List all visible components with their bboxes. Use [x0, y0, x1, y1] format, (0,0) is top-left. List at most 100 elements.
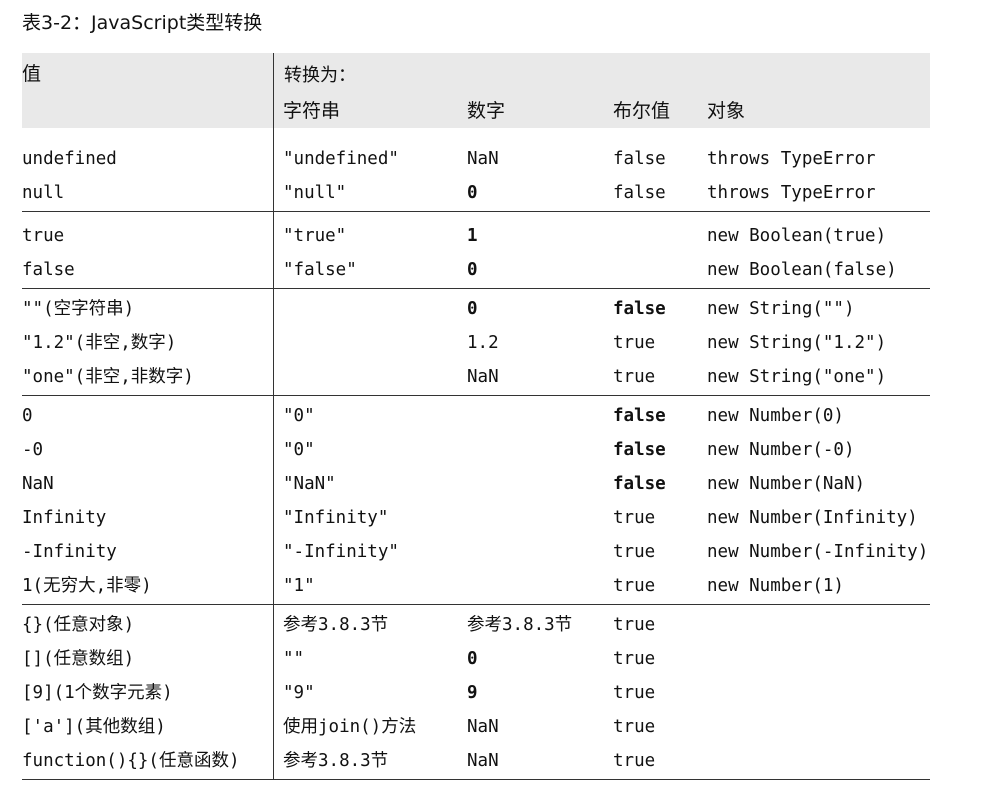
cell-string: "true": [283, 226, 347, 246]
cell-string: "false": [283, 260, 357, 280]
cell-boolean: false: [613, 149, 666, 169]
table-row: null "null" 0 false throws TypeError: [22, 177, 930, 211]
cell-value: ""(空字符串): [22, 299, 135, 319]
cell-boolean: false: [613, 474, 666, 494]
cell-value: 0: [22, 406, 33, 426]
table-row: NaN "NaN" false new Number(NaN): [22, 468, 930, 502]
cell-object: new String(""): [707, 299, 855, 319]
table-caption: 表3-2：JavaScript类型转换: [22, 12, 263, 34]
cell-boolean: true: [613, 683, 656, 703]
header-string: 字符串: [283, 100, 341, 122]
cell-object: new Number(1): [707, 576, 844, 596]
cell-value: -Infinity: [22, 542, 117, 562]
cell-value: Infinity: [22, 508, 107, 528]
cell-string: "-Infinity": [283, 542, 399, 562]
cell-string: 使用join()方法: [283, 717, 417, 737]
cell-value: true: [22, 226, 65, 246]
cell-value: [9](1个数字元素): [22, 683, 173, 703]
cell-number: 0: [467, 260, 478, 280]
cell-value: false: [22, 260, 75, 280]
cell-boolean: true: [613, 333, 656, 353]
cell-boolean: true: [613, 508, 656, 528]
table-row: undefined "undefined" NaN false throws TypeE…: [22, 143, 930, 177]
cell-object: new Number(NaN): [707, 474, 866, 494]
row-group: ""(空字符串) 0 false new String("") "1.2"(非空,数字)…: [22, 289, 930, 396]
table-row: false "false" 0 new Boolean(false): [22, 254, 930, 288]
cell-object: new String("1.2"): [707, 333, 887, 353]
table-row: "one"(非空,非数字) NaN true new String("one"): [22, 361, 930, 395]
cell-string: "Infinity": [283, 508, 389, 528]
cell-value: 1(无穷大,非零): [22, 576, 152, 596]
cell-value: [](任意数组): [22, 649, 135, 669]
header-value: 值: [22, 63, 42, 85]
header-object: 对象: [707, 100, 746, 122]
cell-string: "null": [283, 183, 347, 203]
row-group: 0 "0" false new Number(0) -0 "0" false new Numb…: [22, 396, 930, 605]
cell-value: function(){}(任意函数): [22, 751, 240, 771]
cell-boolean: true: [613, 717, 656, 737]
table-row: {}(任意对象) 参考3.8.3节 参考3.8.3节 true: [22, 609, 930, 643]
cell-boolean: true: [613, 615, 656, 635]
cell-object: new Number(Infinity): [707, 508, 918, 528]
cell-object: new Boolean(true): [707, 226, 887, 246]
table-row: Infinity "Infinity" true new Number(Infinit…: [22, 502, 930, 536]
table-row: function(){}(任意函数) 参考3.8.3节 NaN true: [22, 745, 930, 779]
table-row: 1(无穷大,非零) "1" true new Number(1): [22, 570, 930, 604]
table-row: -0 "0" false new Number(-0): [22, 434, 930, 468]
cell-boolean: false: [613, 406, 666, 426]
cell-boolean: true: [613, 542, 656, 562]
cell-number: 0: [467, 649, 478, 669]
cell-value: null: [22, 183, 65, 203]
cell-boolean: false: [613, 183, 666, 203]
cell-object: throws TypeError: [707, 183, 876, 203]
table-row: ['a'](其他数组) 使用join()方法 NaN true: [22, 711, 930, 745]
table-row: [9](1个数字元素) "9" 9 true: [22, 677, 930, 711]
cell-number: NaN: [467, 149, 499, 169]
cell-object: new String("one"): [707, 367, 887, 387]
cell-number: 1: [467, 226, 478, 246]
conversion-table: 值 转换为： 字符串 数字 布尔值 对象 undefined "undefined…: [22, 53, 930, 780]
cell-string: "0": [283, 406, 315, 426]
table-row: 0 "0" false new Number(0): [22, 400, 930, 434]
cell-number: 9: [467, 683, 478, 703]
row-group: {}(任意对象) 参考3.8.3节 参考3.8.3节 true [](任意数组) "" 0 t…: [22, 605, 930, 780]
cell-string: "0": [283, 440, 315, 460]
cell-boolean: true: [613, 367, 656, 387]
cell-object: new Number(0): [707, 406, 844, 426]
header-number: 数字: [467, 100, 506, 122]
cell-string: 参考3.8.3节: [283, 615, 389, 635]
cell-object: new Number(-Infinity): [707, 542, 929, 562]
header-boolean: 布尔值: [613, 100, 671, 122]
cell-string: "1": [283, 576, 315, 596]
row-group: true "true" 1 new Boolean(true) false "false"…: [22, 212, 930, 289]
cell-boolean: true: [613, 576, 656, 596]
cell-value: undefined: [22, 149, 117, 169]
cell-value: -0: [22, 440, 44, 460]
cell-object: new Number(-0): [707, 440, 855, 460]
table-row: "1.2"(非空,数字) 1.2 true new String("1.2"): [22, 327, 930, 361]
cell-number: 参考3.8.3节: [467, 615, 573, 635]
table-row: ""(空字符串) 0 false new String(""): [22, 293, 930, 327]
cell-boolean: false: [613, 440, 666, 460]
table-body: undefined "undefined" NaN false throws TypeE…: [22, 128, 930, 780]
cell-value: "1.2"(非空,数字): [22, 333, 177, 353]
cell-value: {}(任意对象): [22, 615, 135, 635]
cell-number: 1.2: [467, 333, 499, 353]
table-row: [](任意数组) "" 0 true: [22, 643, 930, 677]
cell-string: "NaN": [283, 474, 336, 494]
cell-object: throws TypeError: [707, 149, 876, 169]
table-row: true "true" 1 new Boolean(true): [22, 220, 930, 254]
cell-string: 参考3.8.3节: [283, 751, 389, 771]
cell-value: NaN: [22, 474, 54, 494]
cell-value: "one"(非空,非数字): [22, 367, 194, 387]
cell-value: ['a'](其他数组): [22, 717, 166, 737]
cell-boolean: true: [613, 649, 656, 669]
row-group: undefined "undefined" NaN false throws TypeE…: [22, 128, 930, 212]
cell-boolean: false: [613, 299, 666, 319]
cell-number: 0: [467, 183, 478, 203]
cell-string: "9": [283, 683, 315, 703]
cell-string: "undefined": [283, 149, 399, 169]
table-header: 值 转换为： 字符串 数字 布尔值 对象: [22, 53, 930, 128]
cell-string: "": [283, 649, 305, 669]
cell-number: NaN: [467, 717, 499, 737]
